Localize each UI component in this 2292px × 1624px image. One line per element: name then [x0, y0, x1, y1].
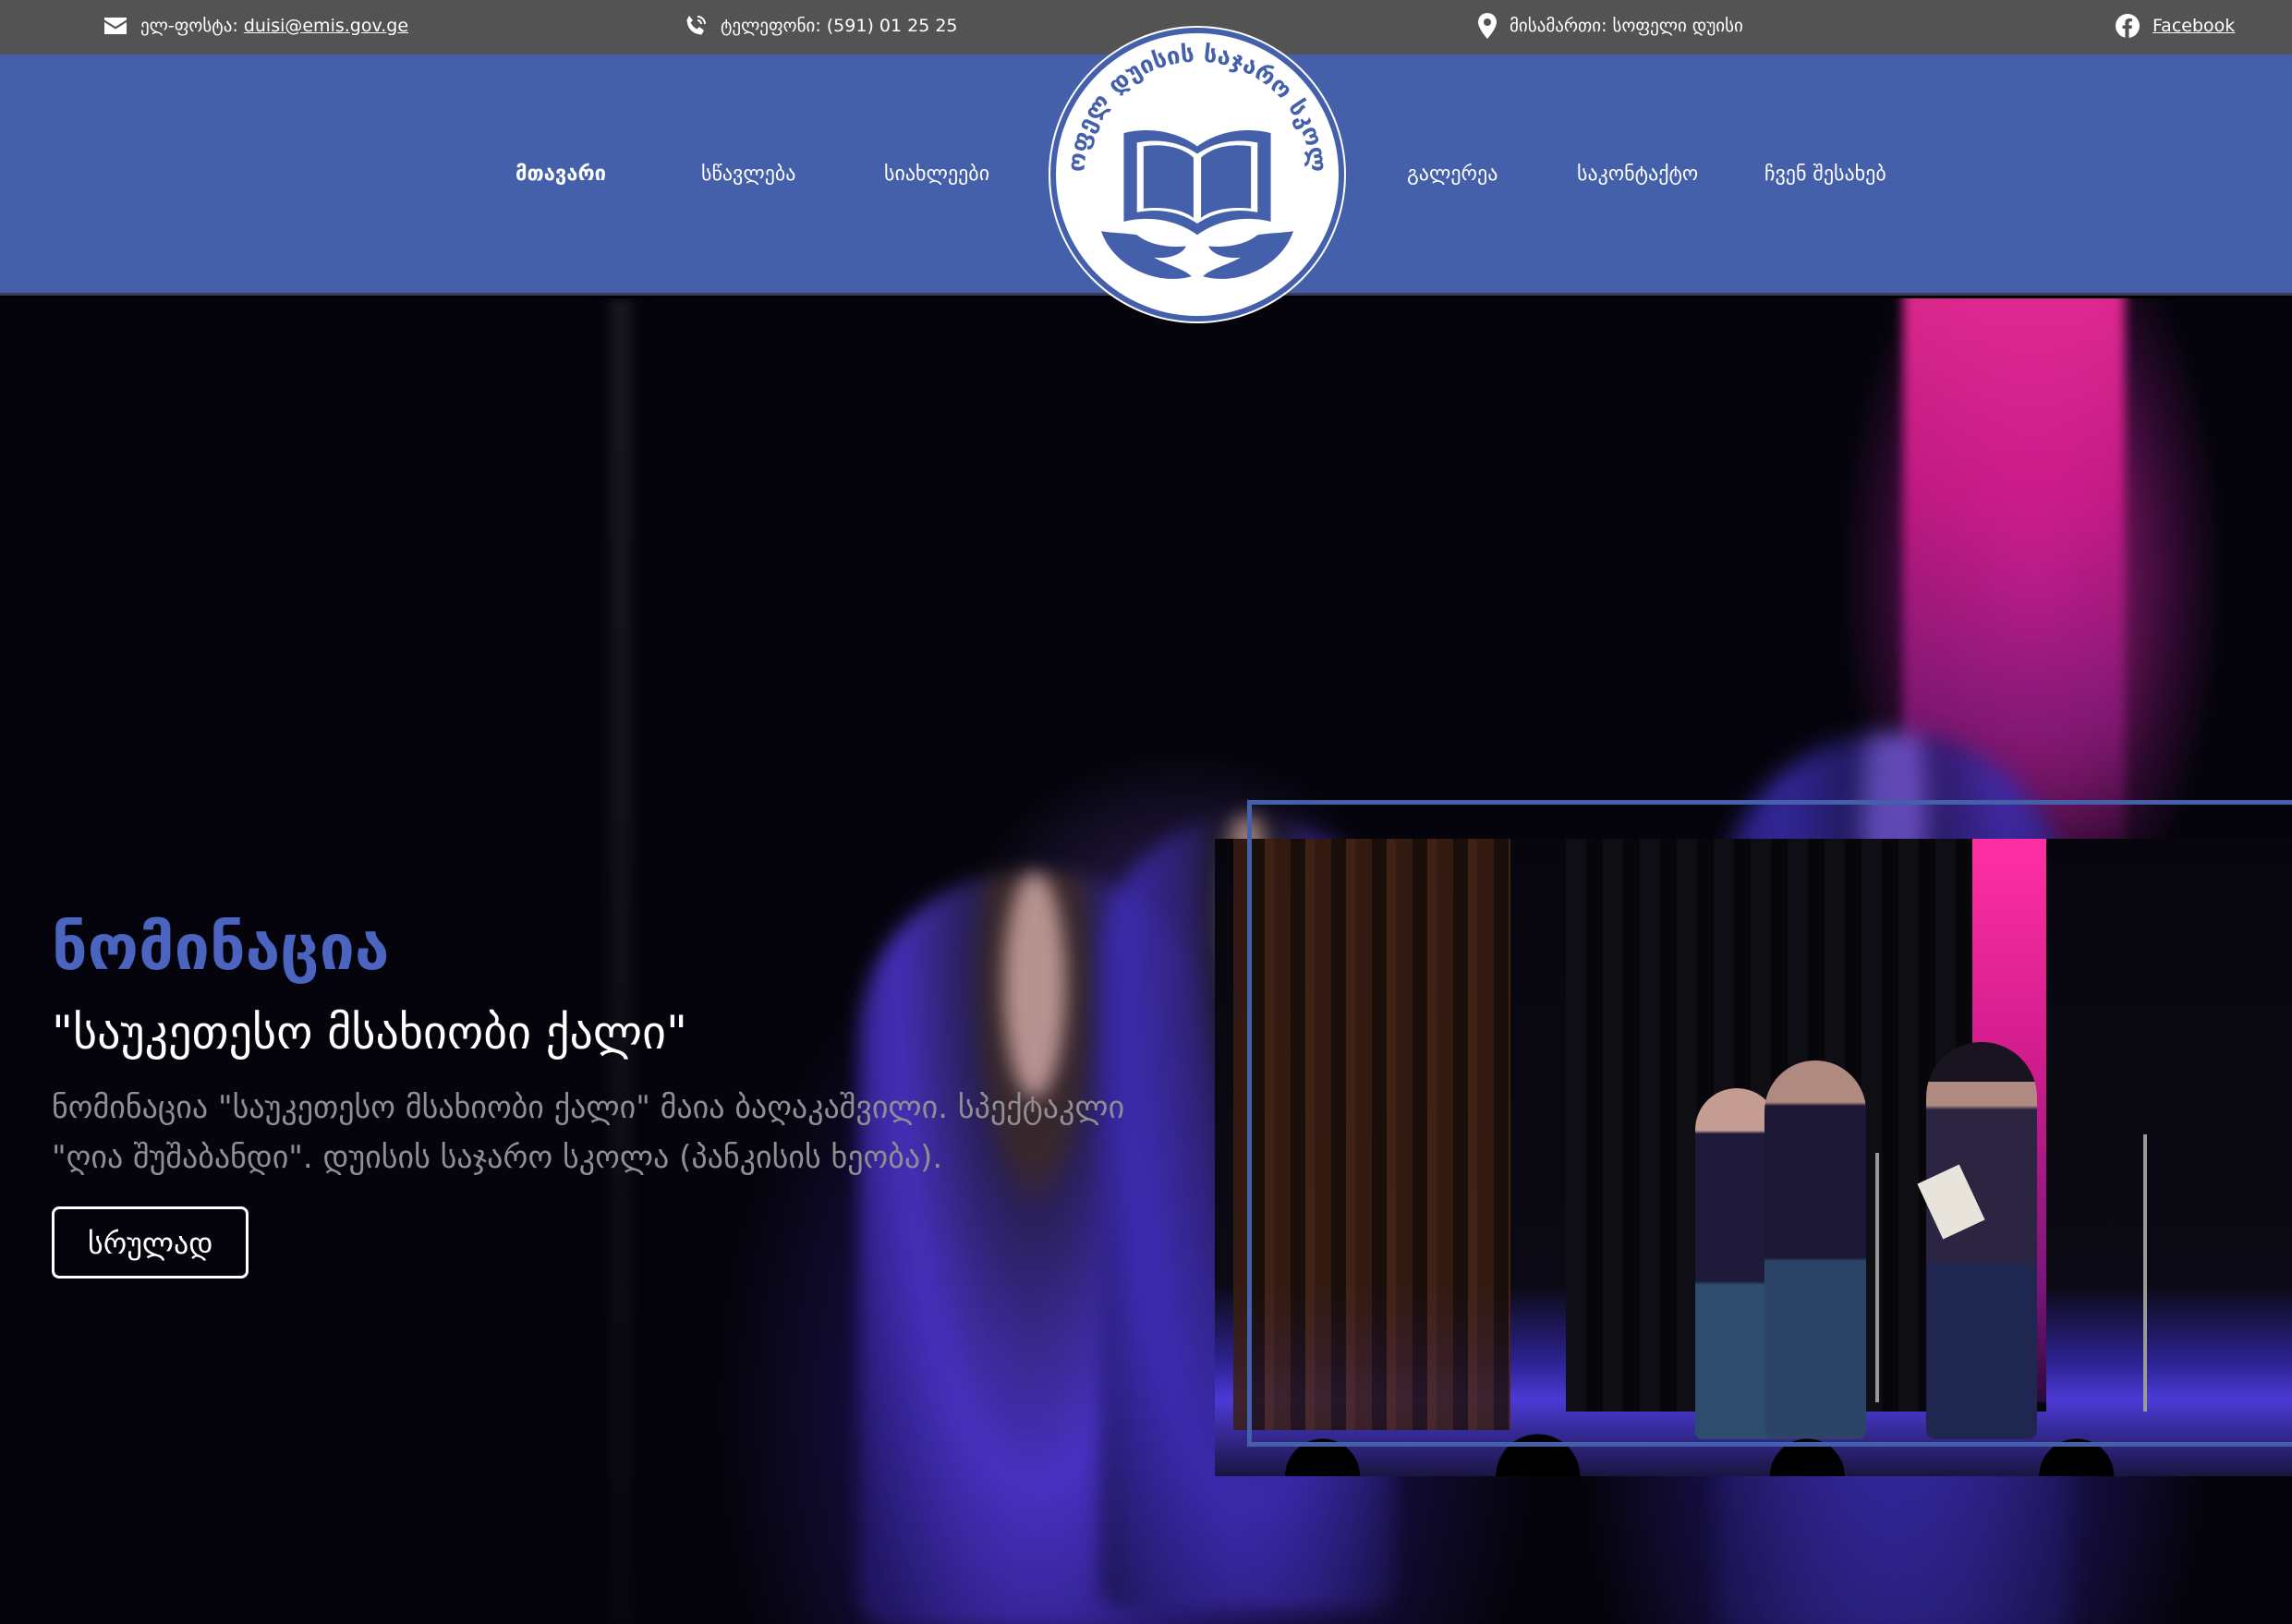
facebook-icon	[2116, 13, 2140, 38]
hero-content: ნომინაცია "საუკეთესო მსახიობი ქალი" ნომი…	[52, 917, 1216, 1279]
nav-item-contact[interactable]: საკონტაქტო	[1577, 163, 1698, 186]
facebook-info: Facebook	[2116, 0, 2235, 51]
nav-item-about[interactable]: ჩვენ შესახებ	[1764, 163, 1886, 186]
nav-item-home[interactable]: მთავარი	[515, 163, 606, 186]
read-more-button[interactable]: სრულად	[52, 1206, 249, 1279]
email-link[interactable]: duisi@emis.gov.ge	[244, 16, 408, 36]
address-info: მისამართი: სოფელი დუისი	[1478, 0, 1743, 51]
open-book-hands-icon: სოფელ დუისის საჯარო სკოლა	[1056, 33, 1332, 279]
hero-title: ნომინაცია	[52, 912, 390, 985]
email-label: ელ-ფოსტა:	[140, 15, 238, 36]
address-label: მისამართი: სოფელი დუისი	[1510, 15, 1743, 36]
nav-item-news[interactable]: სიახლეები	[884, 163, 989, 186]
photo-frame	[1247, 800, 2292, 1447]
hero-subtitle: "საუკეთესო მსახიობი ქალი"	[52, 1006, 688, 1060]
envelope-icon	[104, 17, 127, 34]
nav-item-gallery[interactable]: გალერეა	[1407, 163, 1498, 186]
phone-info: ტელეფონი: (591) 01 25 25	[684, 0, 958, 51]
facebook-link[interactable]: Facebook	[2153, 16, 2235, 36]
hero-description: ნომინაცია "საუკეთესო მსახიობი ქალი" მაია…	[52, 1089, 1125, 1176]
email-info: ელ-ფოსტა: duisi@emis.gov.ge	[103, 0, 408, 51]
map-pin-icon	[1478, 12, 1497, 39]
school-logo[interactable]: სოფელ დუისის საჯარო სკოლა	[1050, 28, 1344, 321]
phone-label: ტელეფონი: (591) 01 25 25	[721, 15, 958, 36]
nav-item-teaching[interactable]: სწავლება	[701, 163, 795, 186]
phone-icon	[686, 15, 706, 34]
